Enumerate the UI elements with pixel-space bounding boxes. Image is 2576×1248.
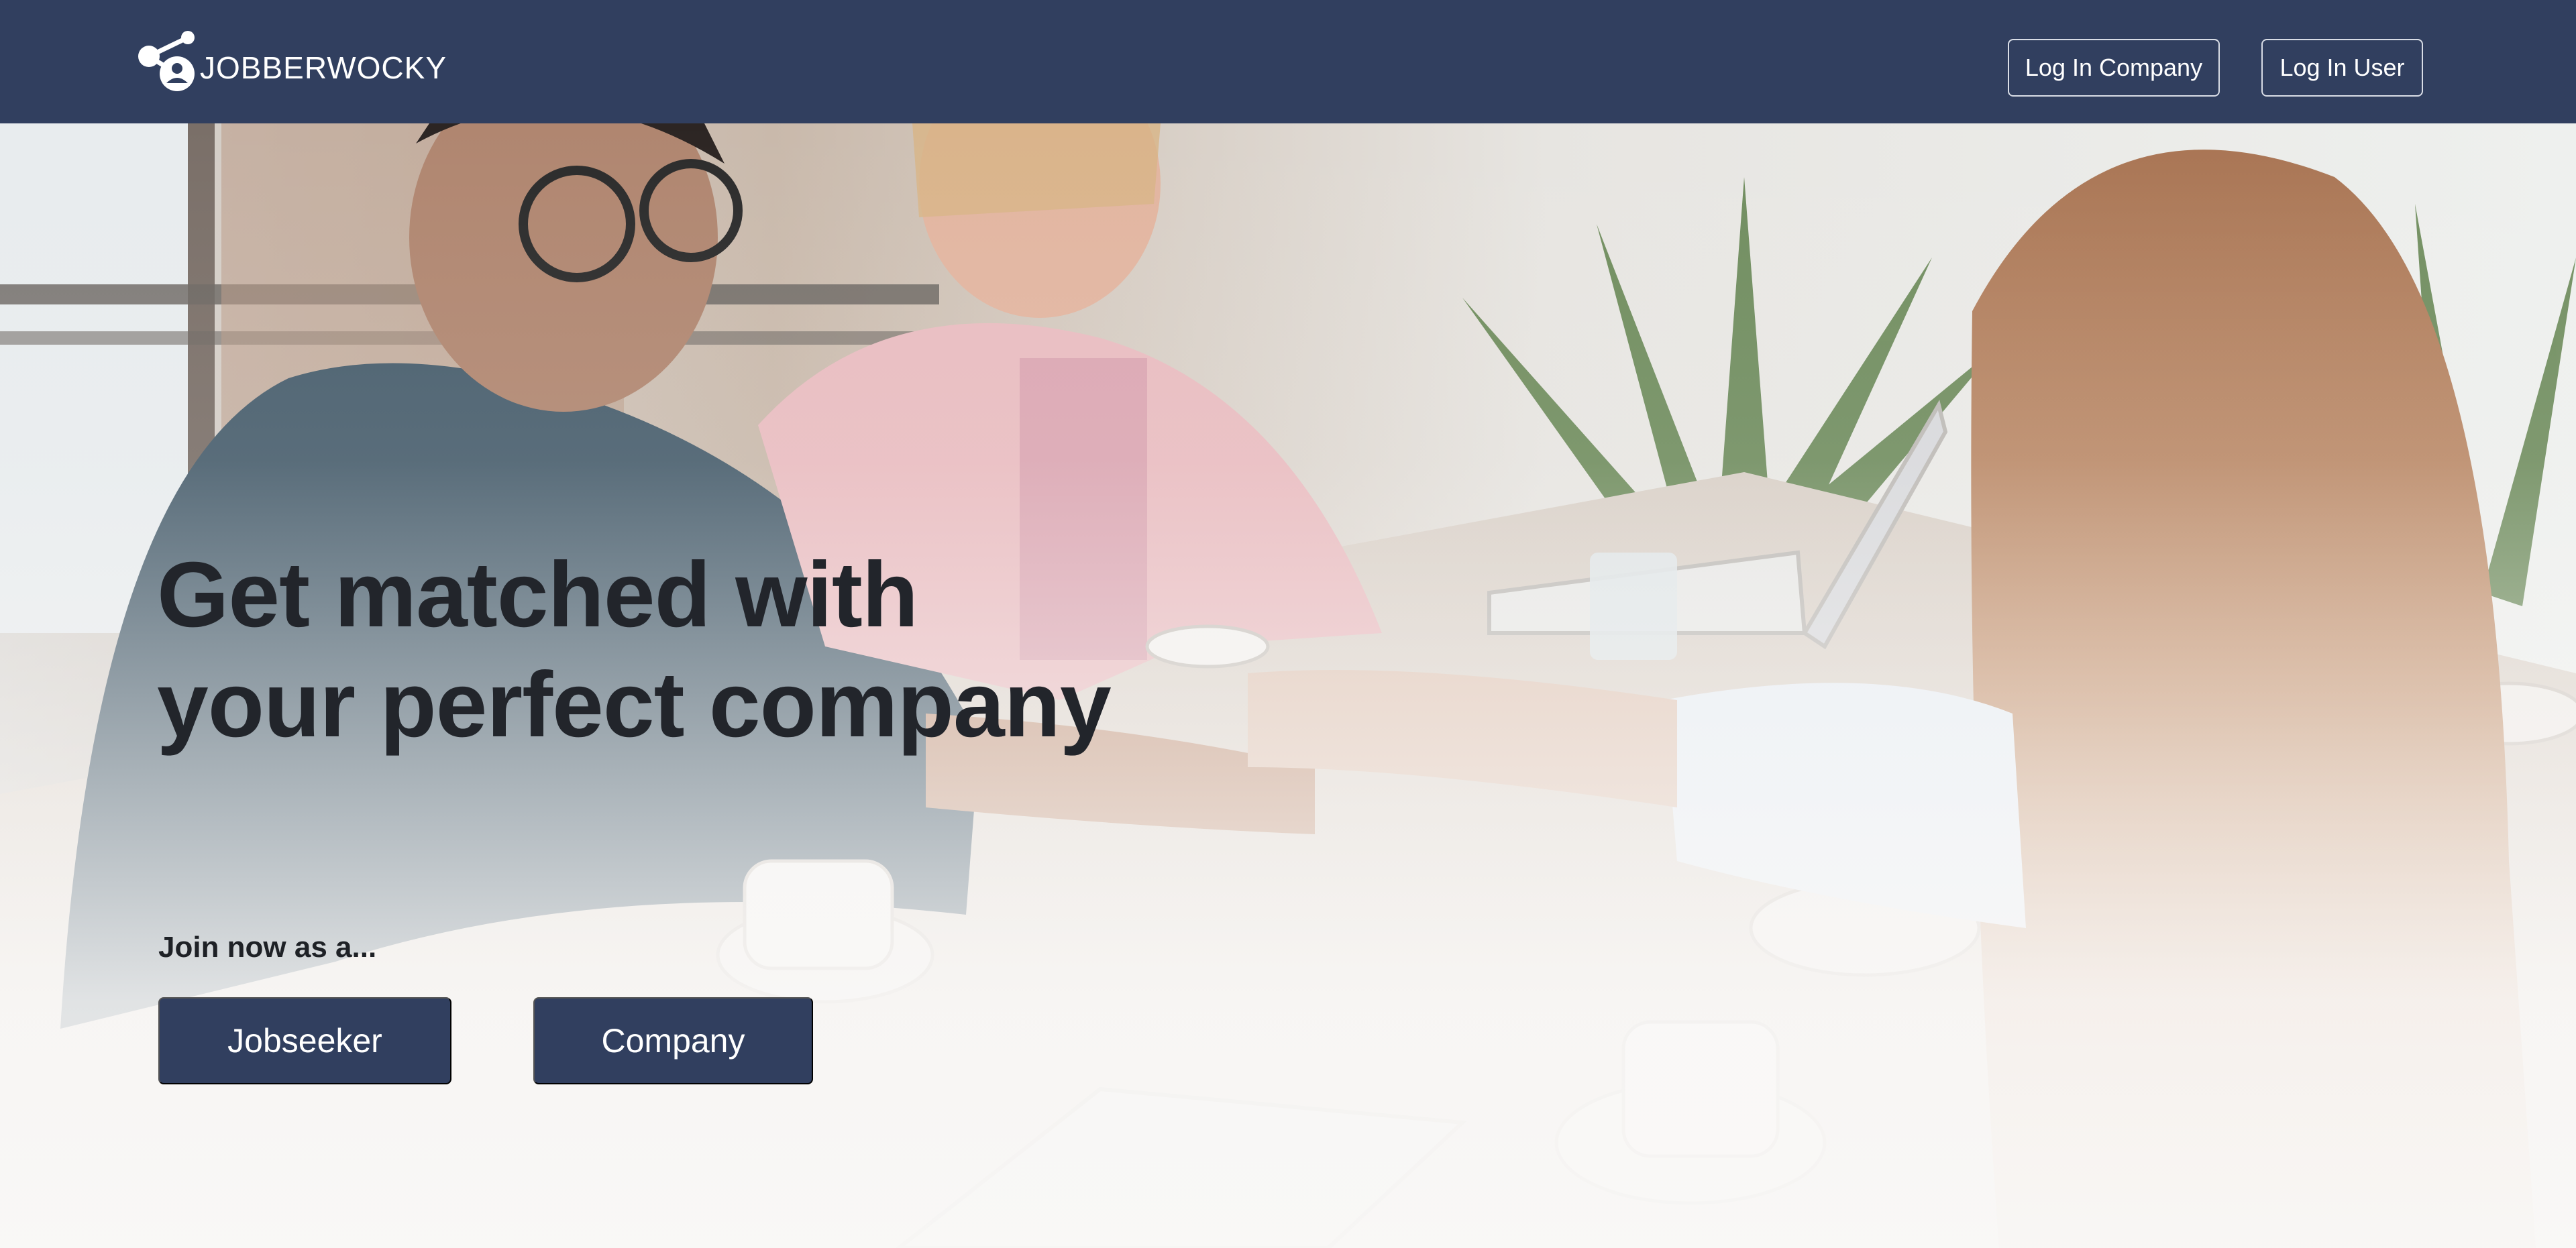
join-now-text: Join now as a... [158,931,377,964]
log-in-company-button[interactable]: Log In Company [2008,39,2220,97]
network-person-icon [138,31,195,91]
join-as-jobseeker-button[interactable]: Jobseeker [158,997,451,1084]
brand-name: JOBBERWOCKY [200,50,447,85]
top-navbar: JOBBERWOCKY Log In Company Log In User [0,0,2576,123]
join-as-company-button[interactable]: Company [533,997,813,1084]
hero-headline: Get matched with your perfect company [157,540,1163,760]
headline-line-2: your perfect company [157,653,1112,756]
headline-line-1: Get matched with [157,543,918,646]
log-in-user-button[interactable]: Log In User [2261,39,2423,97]
hero-section: Get matched with your perfect company Jo… [0,123,2576,1248]
brand-logo[interactable]: JOBBERWOCKY [136,30,447,94]
